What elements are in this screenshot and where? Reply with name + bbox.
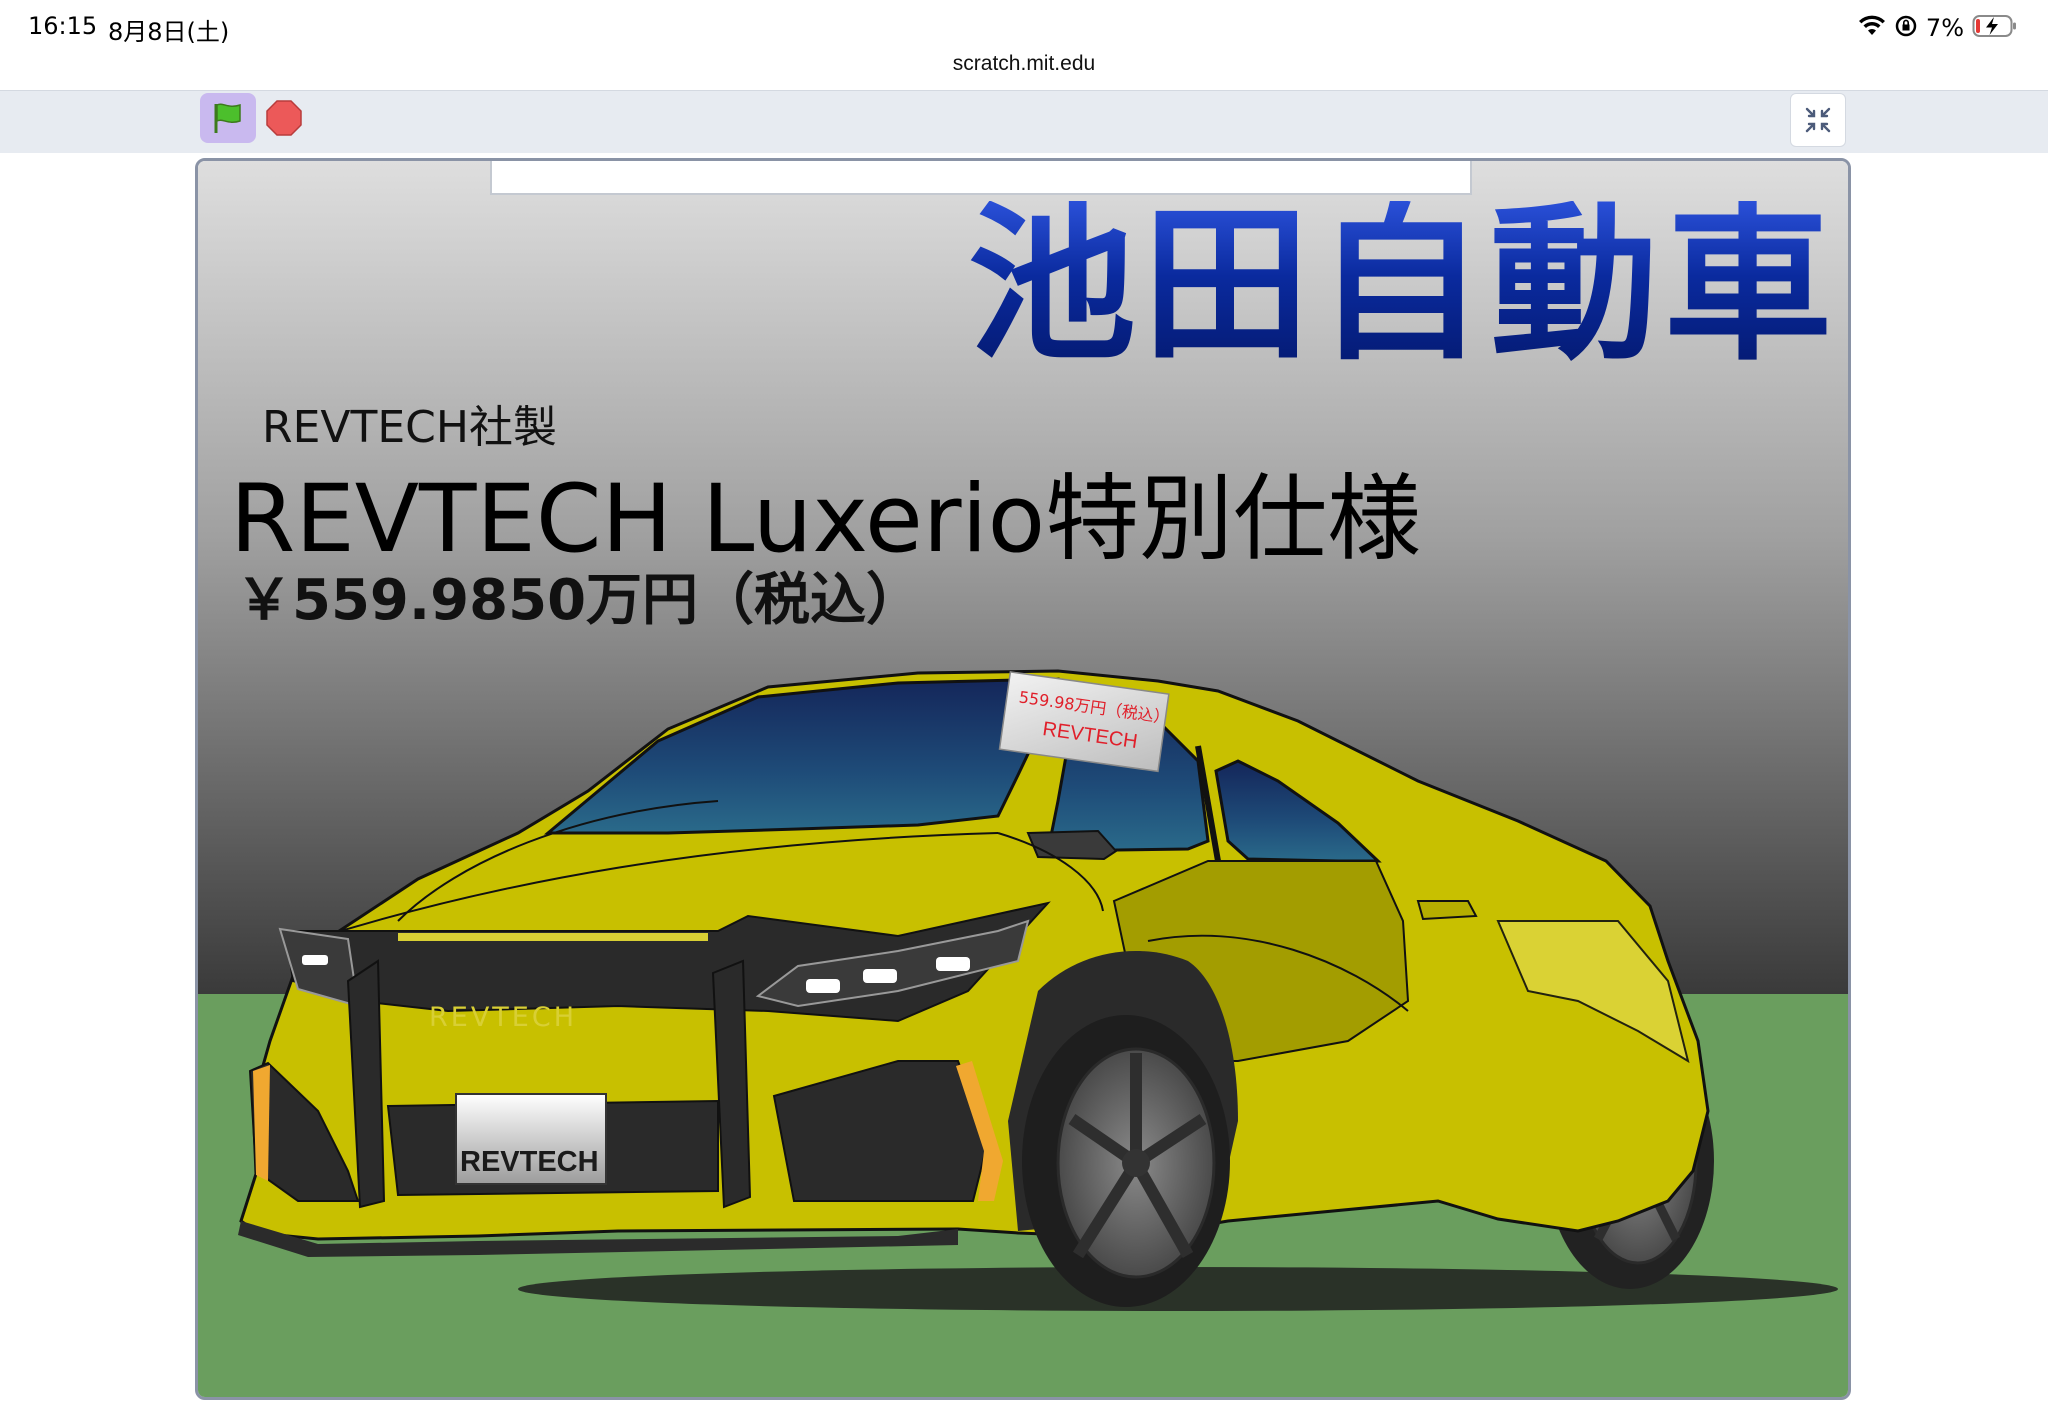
- front-hub: [1122, 1149, 1150, 1177]
- bottom-strip: [0, 1404, 2048, 1423]
- license-plate-text: REVTECH: [460, 1146, 599, 1178]
- price-text: ￥559.9850万円（税込）: [236, 568, 923, 633]
- scratch-stage[interactable]: REVTECH REVTECH 559.98万円（税込） REVTECH 池田自…: [195, 158, 1851, 1400]
- headlight-lamp-2: [863, 969, 897, 983]
- door-handle: [1416, 900, 1478, 921]
- exit-fullscreen-icon: [1805, 107, 1831, 133]
- grille-brand-text: REVTECH: [429, 1002, 577, 1033]
- left-headlight-lamp: [302, 955, 328, 965]
- status-time: 16:15: [28, 12, 98, 40]
- dealer-name: 池田自動車: [968, 187, 1838, 383]
- headlight-lamp-3: [936, 957, 970, 971]
- status-date: 8月8日(土): [108, 18, 230, 46]
- battery-percent: 7%: [1925, 14, 1964, 42]
- exit-fullscreen-button[interactable]: [1790, 93, 1846, 147]
- stop-icon: [266, 100, 302, 136]
- stop-button[interactable]: [263, 97, 305, 139]
- orientation-lock-icon: [1894, 14, 1918, 42]
- status-icons: 7%: [1858, 12, 2018, 44]
- battery-charging-icon: [1972, 14, 2018, 42]
- headlight-lamp-1: [806, 979, 840, 993]
- side-mirror: [1026, 829, 1118, 861]
- green-flag-icon: [214, 103, 241, 133]
- url-display[interactable]: scratch.mit.edu: [0, 52, 2048, 76]
- status-bar: 16:15 8月8日(土) scratch.mit.edu 7%: [0, 0, 2048, 90]
- wifi-icon: [1858, 15, 1886, 41]
- scratch-controls-bar: [0, 90, 2048, 153]
- grille-top-strip: [398, 933, 708, 941]
- green-flag-button[interactable]: [200, 93, 256, 143]
